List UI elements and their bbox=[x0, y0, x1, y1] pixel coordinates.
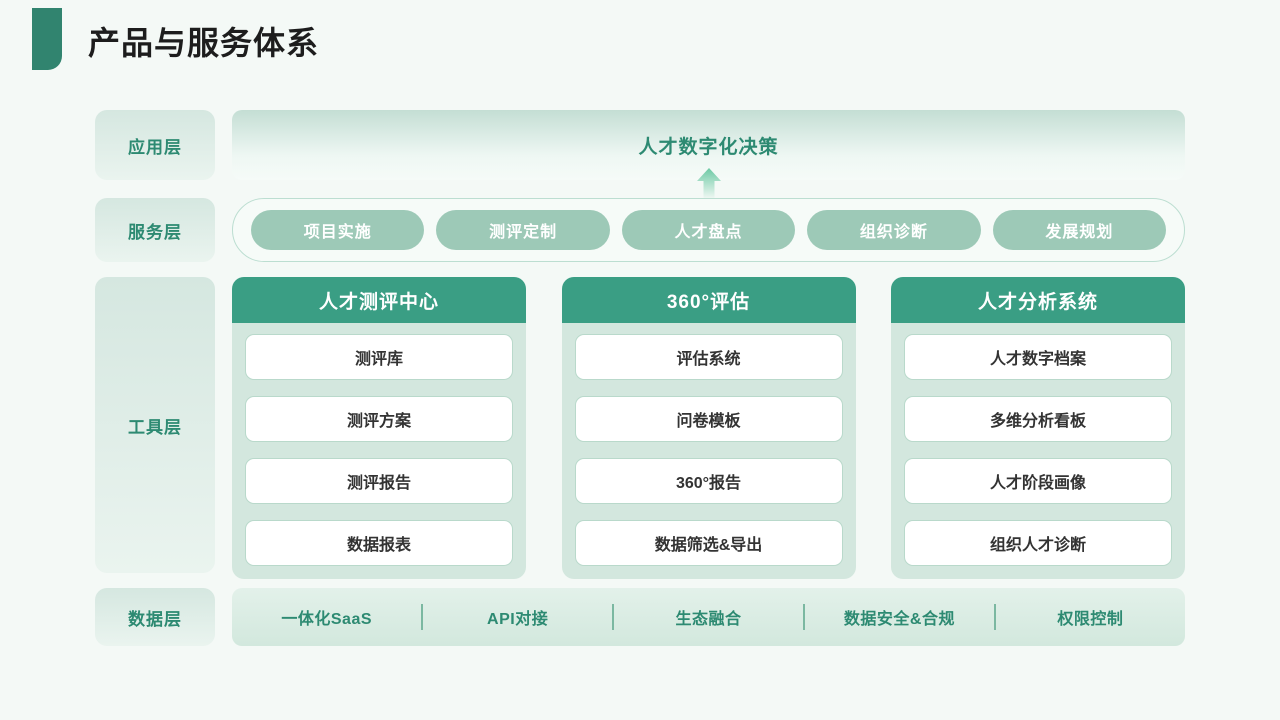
page-title: 产品与服务体系 bbox=[88, 25, 320, 61]
tool-card[interactable]: 人才测评中心 测评库 测评方案 测评报告 数据报表 bbox=[232, 277, 526, 579]
service-layer-row: 服务层 项目实施 测评定制 人才盘点 组织诊断 发展规划 bbox=[95, 198, 1185, 262]
data-layer-row: 数据层 一体化SaaS API对接 生态融合 数据安全&合规 权限控制 bbox=[95, 588, 1185, 646]
tool-card-title: 人才分析系统 bbox=[891, 277, 1185, 323]
tool-layer-row: 工具层 人才测评中心 测评库 测评方案 测评报告 数据报表 360°评估 评估系… bbox=[95, 277, 1185, 579]
tool-card-title: 人才测评中心 bbox=[232, 277, 526, 323]
tool-card-item[interactable]: 数据报表 bbox=[245, 520, 513, 566]
tool-card-item[interactable]: 评估系统 bbox=[574, 334, 843, 380]
data-layer-body: 一体化SaaS API对接 生态融合 数据安全&合规 权限控制 bbox=[232, 588, 1185, 646]
application-banner-label: 人才数字化决策 bbox=[638, 136, 779, 158]
tool-card-item[interactable]: 组织人才诊断 bbox=[904, 520, 1172, 566]
data-layer-item[interactable]: 一体化SaaS bbox=[232, 605, 421, 629]
data-layer-item[interactable]: 数据安全&合规 bbox=[805, 605, 994, 629]
application-layer-row: 应用层 人才数字化决策 bbox=[95, 110, 1185, 198]
title-accent-bar bbox=[32, 8, 62, 70]
tool-card-item[interactable]: 人才阶段画像 bbox=[904, 458, 1172, 504]
service-pill[interactable]: 组织诊断 bbox=[807, 210, 981, 250]
tool-card-item[interactable]: 人才数字档案 bbox=[904, 334, 1172, 380]
service-pill[interactable]: 测评定制 bbox=[436, 210, 610, 250]
data-layer-item[interactable]: 权限控制 bbox=[996, 605, 1185, 629]
tool-card-item[interactable]: 360°报告 bbox=[574, 458, 843, 504]
arrow-up-icon bbox=[696, 168, 721, 198]
service-pill[interactable]: 项目实施 bbox=[251, 210, 425, 250]
tool-card-item[interactable]: 问卷模板 bbox=[574, 396, 843, 442]
tool-card-item-list: 测评库 测评方案 测评报告 数据报表 bbox=[232, 323, 526, 579]
layer-label-tools: 工具层 bbox=[95, 277, 215, 573]
tool-card-item[interactable]: 测评报告 bbox=[245, 458, 513, 504]
tool-card-item[interactable]: 多维分析看板 bbox=[904, 396, 1172, 442]
layer-label-service: 服务层 bbox=[95, 198, 215, 262]
service-pill[interactable]: 人才盘点 bbox=[621, 210, 796, 250]
data-item-container: 一体化SaaS API对接 生态融合 数据安全&合规 权限控制 bbox=[232, 588, 1185, 646]
tool-layer-body: 人才测评中心 测评库 测评方案 测评报告 数据报表 360°评估 评估系统 问卷… bbox=[232, 277, 1185, 579]
service-pill-container: 项目实施 测评定制 人才盘点 组织诊断 发展规划 bbox=[232, 198, 1185, 262]
data-layer-item[interactable]: API对接 bbox=[423, 605, 612, 629]
tool-card-item[interactable]: 测评库 bbox=[245, 334, 513, 380]
tool-card-title: 360°评估 bbox=[561, 277, 856, 323]
tool-card[interactable]: 360°评估 评估系统 问卷模板 360°报告 数据筛选&导出 bbox=[561, 277, 856, 579]
data-layer-item[interactable]: 生态融合 bbox=[614, 605, 803, 629]
application-layer-body: 人才数字化决策 bbox=[232, 110, 1185, 198]
layer-label-data: 数据层 bbox=[95, 588, 215, 646]
tool-card-item[interactable]: 测评方案 bbox=[245, 396, 513, 442]
page-header: 产品与服务体系 bbox=[0, 0, 1280, 90]
tool-card[interactable]: 人才分析系统 人才数字档案 多维分析看板 人才阶段画像 组织人才诊断 bbox=[891, 277, 1185, 579]
service-pill[interactable]: 发展规划 bbox=[992, 210, 1167, 250]
tool-card-item-list: 评估系统 问卷模板 360°报告 数据筛选&导出 bbox=[562, 323, 856, 579]
layer-label-application: 应用层 bbox=[95, 110, 215, 180]
service-layer-body: 项目实施 测评定制 人才盘点 组织诊断 发展规划 bbox=[232, 198, 1185, 262]
tool-card-item-list: 人才数字档案 多维分析看板 人才阶段画像 组织人才诊断 bbox=[891, 323, 1185, 579]
tool-card-item[interactable]: 数据筛选&导出 bbox=[574, 520, 843, 566]
